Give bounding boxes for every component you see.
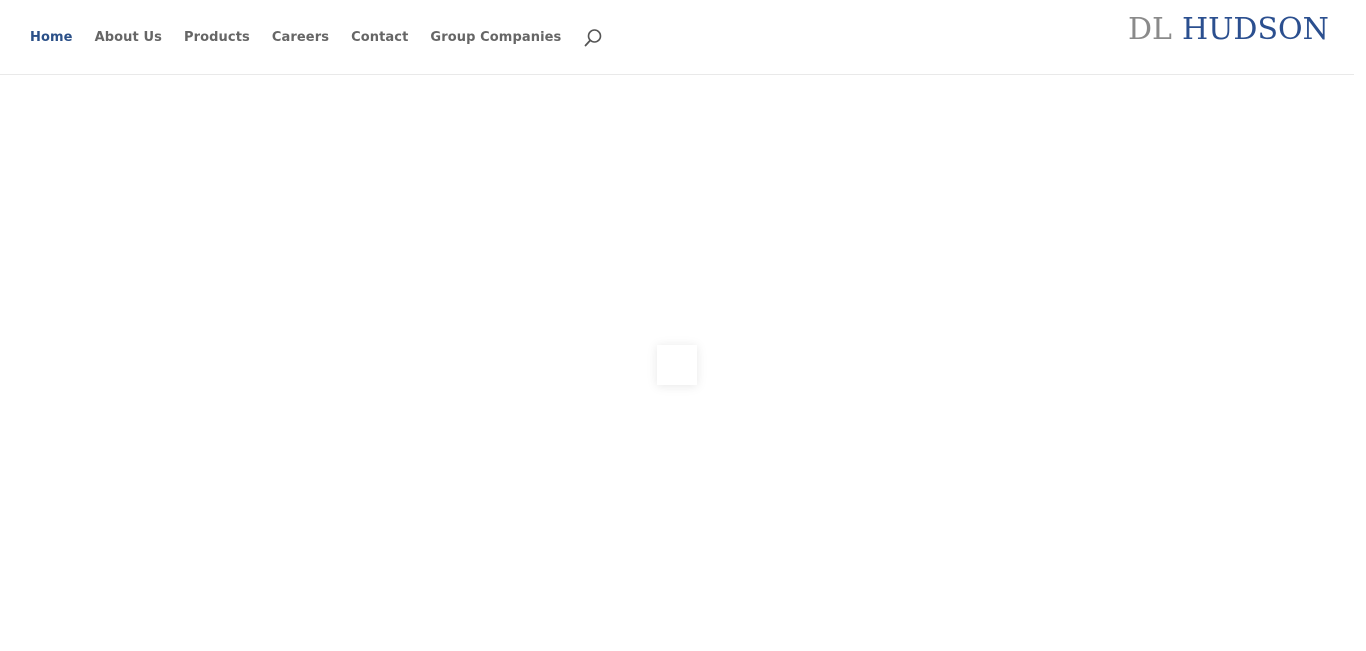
nav-item-products[interactable]: Products (184, 30, 250, 45)
nav-item-careers[interactable]: Careers (272, 30, 329, 45)
nav-item-contact[interactable]: Contact (351, 30, 408, 45)
nav-item-home[interactable]: Home (30, 30, 73, 45)
logo-hudson: HUDSON (1181, 12, 1329, 47)
site-header: Home About Us Products Careers Contact G… (0, 0, 1354, 75)
nav-item-group-companies[interactable]: Group Companies (430, 30, 561, 45)
search-icon[interactable] (583, 28, 603, 48)
site-logo[interactable]: DL HUDSON (1128, 12, 1329, 48)
nav-item-about-us[interactable]: About Us (95, 30, 162, 45)
logo-dl: DL (1128, 12, 1172, 47)
loading-spinner (657, 345, 697, 385)
page: Home About Us Products Careers Contact G… (0, 0, 1366, 651)
main-nav: Home About Us Products Careers Contact G… (30, 0, 603, 74)
